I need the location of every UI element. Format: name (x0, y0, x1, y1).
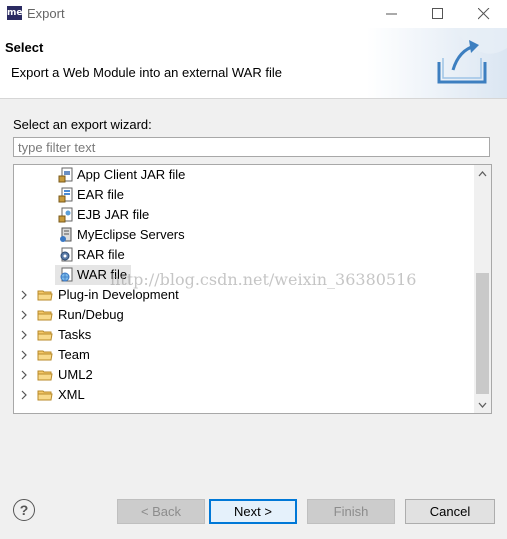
scroll-down-button[interactable] (474, 396, 491, 413)
folder-icon (37, 290, 53, 301)
export-banner-icon (367, 28, 507, 98)
chevron-right-icon[interactable] (19, 290, 29, 300)
chevron-right-icon[interactable] (19, 330, 29, 340)
tree-folder-uml2[interactable]: UML2 (14, 365, 473, 385)
app-icon: me (7, 6, 23, 20)
tree-item-label: Plug-in Development (58, 287, 179, 302)
page-description: Export a Web Module into an external WAR… (11, 65, 282, 80)
servers-icon (60, 227, 72, 242)
help-button[interactable]: ? (13, 499, 35, 521)
tree-item-ear-file[interactable]: EAR file (14, 185, 473, 205)
wizard-prompt: Select an export wizard: (13, 117, 152, 132)
title-bar: me Export (0, 0, 507, 28)
scrollbar-thumb[interactable] (476, 273, 489, 394)
help-icon: ? (19, 502, 29, 518)
close-icon (478, 8, 490, 20)
back-button[interactable]: < Back (117, 499, 205, 524)
page-title: Select (5, 40, 44, 55)
scroll-up-button[interactable] (474, 165, 491, 182)
tree-item-rar-file[interactable]: RAR file (14, 245, 473, 265)
window-title: Export (27, 6, 65, 21)
tree-item-label: EJB JAR file (77, 207, 150, 222)
tree-folder-team[interactable]: Team (14, 345, 473, 365)
tree-item-label: Tasks (58, 327, 92, 342)
tree-item-label: App Client JAR file (77, 167, 186, 182)
chevron-down-icon (478, 402, 487, 408)
folder-icon (37, 330, 53, 341)
folder-icon (37, 310, 53, 321)
chevron-right-icon[interactable] (19, 370, 29, 380)
chevron-right-icon[interactable] (19, 390, 29, 400)
chevron-right-icon[interactable] (19, 350, 29, 360)
tree-item-label: WAR file (77, 267, 128, 282)
chevron-right-icon[interactable] (19, 310, 29, 320)
close-button[interactable] (461, 0, 507, 28)
tree-item-label: XML (58, 387, 85, 402)
chevron-up-icon (478, 170, 487, 176)
tree-item-myeclipse-servers[interactable]: MyEclipse Servers (14, 225, 473, 245)
rar-file-icon (60, 247, 73, 262)
tree-folder-run-debug[interactable]: Run/Debug (14, 305, 473, 325)
folder-icon (37, 390, 53, 401)
folder-icon (37, 370, 53, 381)
tree-item-label: UML2 (58, 367, 93, 382)
tree-item-label: Run/Debug (58, 307, 124, 322)
tree-item-label: RAR file (77, 247, 125, 262)
minimize-button[interactable] (369, 0, 415, 28)
wizard-tree[interactable]: App Client JAR file EAR file EJB JAR fil… (13, 164, 492, 414)
filter-input[interactable] (13, 137, 490, 157)
app-client-jar-icon (58, 167, 73, 183)
tree-scrollbar[interactable] (474, 165, 491, 413)
tree-item-label: Team (58, 347, 90, 362)
tree-item-war-file[interactable]: WAR file (14, 265, 473, 285)
tree-item-label: EAR file (77, 187, 124, 202)
tree-item-label: MyEclipse Servers (77, 227, 185, 242)
folder-icon (37, 350, 53, 361)
next-button[interactable]: Next > (209, 499, 297, 524)
tree-folder-xml[interactable]: XML (14, 385, 473, 405)
maximize-button[interactable] (415, 0, 461, 28)
war-file-icon (60, 267, 73, 282)
ejb-jar-icon (58, 207, 73, 223)
finish-button[interactable]: Finish (307, 499, 395, 524)
tree-folder-plugin-development[interactable]: Plug-in Development (14, 285, 473, 305)
tree-folder-tasks[interactable]: Tasks (14, 325, 473, 345)
minimize-icon (386, 13, 397, 15)
wizard-header: Select Export a Web Module into an exter… (0, 28, 507, 99)
tree-item-ejb-jar[interactable]: EJB JAR file (14, 205, 473, 225)
ear-file-icon (58, 187, 73, 203)
cancel-button[interactable]: Cancel (405, 499, 495, 524)
tree-item-app-client-jar[interactable]: App Client JAR file (14, 165, 473, 185)
maximize-icon (432, 8, 443, 19)
